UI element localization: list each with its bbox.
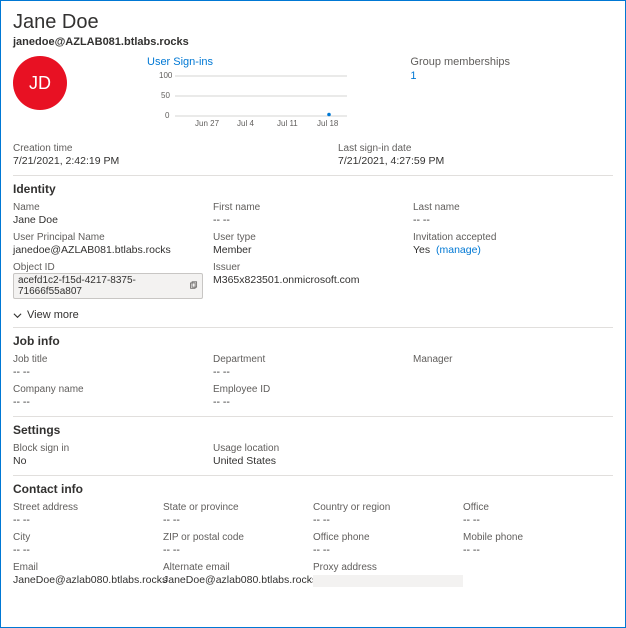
svg-text:Jul 4: Jul 4 — [237, 119, 254, 128]
objectid-box[interactable]: acefd1c2-f15d-4217-8375-71666f55a807 — [13, 273, 203, 299]
office-label: Office — [463, 502, 603, 513]
usage-location-value: United States — [213, 455, 403, 467]
upn-label: User Principal Name — [13, 232, 203, 243]
officephone-label: Office phone — [313, 532, 453, 543]
usage-location-label: Usage location — [213, 443, 403, 454]
svg-text:Jul 18: Jul 18 — [317, 119, 339, 128]
lastname-label: Last name — [413, 202, 603, 213]
company-label: Company name — [13, 384, 203, 395]
svg-text:Jun 27: Jun 27 — [195, 119, 220, 128]
view-more-toggle[interactable]: View more — [13, 309, 79, 321]
svg-text:Jul 11: Jul 11 — [277, 119, 298, 128]
creation-time-label: Creation time — [13, 143, 288, 154]
mobile-label: Mobile phone — [463, 532, 603, 543]
zip-value: -- -- — [163, 544, 303, 556]
svg-text:100: 100 — [159, 71, 173, 80]
invitation-manage-link[interactable]: (manage) — [436, 244, 481, 256]
proxy-label: Proxy address — [313, 562, 453, 573]
state-value: -- -- — [163, 514, 303, 526]
name-label: Name — [13, 202, 203, 213]
name-value: Jane Doe — [13, 214, 203, 226]
altemail-value: JaneDoe@azlab080.btlabs.rocks — [163, 574, 303, 586]
objectid-label: Object ID — [13, 262, 203, 273]
group-memberships-label: Group memberships — [410, 56, 613, 68]
jobtitle-label: Job title — [13, 354, 203, 365]
signins-chart: 100 50 0 Jun 27 Jul 4 Jul 11 Jul 18 — [147, 70, 367, 130]
last-signin-value: 7/21/2021, 4:27:59 PM — [338, 155, 613, 167]
upn-value: janedoe@AZLAB081.btlabs.rocks — [13, 244, 203, 256]
state-label: State or province — [163, 502, 303, 513]
city-label: City — [13, 532, 153, 543]
mobile-value: -- -- — [463, 544, 603, 556]
copy-icon[interactable] — [189, 281, 198, 291]
zip-label: ZIP or postal code — [163, 532, 303, 543]
invitation-value: Yes — [413, 244, 430, 256]
jobinfo-section-title: Job info — [13, 334, 613, 348]
jobtitle-value: -- -- — [13, 366, 203, 378]
last-signin-label: Last sign-in date — [338, 143, 613, 154]
officephone-value: -- -- — [313, 544, 453, 556]
block-signin-value: No — [13, 455, 203, 467]
email-value: JaneDoe@azlab080.btlabs.rocks — [13, 574, 153, 586]
identity-section-title: Identity — [13, 182, 613, 196]
manager-label: Manager — [413, 354, 603, 365]
street-label: Street address — [13, 502, 153, 513]
invitation-label: Invitation accepted — [413, 232, 603, 243]
country-value: -- -- — [313, 514, 453, 526]
proxy-address-field[interactable] — [313, 575, 463, 587]
issuer-label: Issuer — [213, 262, 403, 273]
group-memberships-value[interactable]: 1 — [410, 70, 613, 82]
settings-section-title: Settings — [13, 423, 613, 437]
page-subtitle-email: janedoe@AZLAB081.btlabs.rocks — [13, 36, 613, 48]
avatar: JD — [13, 56, 67, 110]
company-value: -- -- — [13, 396, 203, 408]
firstname-label: First name — [213, 202, 403, 213]
block-signin-label: Block sign in — [13, 443, 203, 454]
issuer-value[interactable]: M365x823501.onmicrosoft.com — [213, 274, 403, 286]
signins-chart-title[interactable]: User Sign-ins — [147, 56, 410, 68]
svg-text:0: 0 — [165, 111, 170, 120]
city-value: -- -- — [13, 544, 153, 556]
objectid-value: acefd1c2-f15d-4217-8375-71666f55a807 — [18, 275, 185, 297]
employeeid-label: Employee ID — [213, 384, 403, 395]
altemail-label: Alternate email — [163, 562, 303, 573]
svg-text:50: 50 — [161, 91, 170, 100]
department-label: Department — [213, 354, 403, 365]
usertype-label: User type — [213, 232, 403, 243]
contact-section-title: Contact info — [13, 482, 613, 496]
employeeid-value: -- -- — [213, 396, 403, 408]
country-label: Country or region — [313, 502, 453, 513]
firstname-value: -- -- — [213, 214, 403, 226]
department-value: -- -- — [213, 366, 403, 378]
chevron-down-icon — [13, 311, 22, 320]
creation-time-value: 7/21/2021, 2:42:19 PM — [13, 155, 288, 167]
page-title: Jane Doe — [13, 11, 613, 34]
office-value: -- -- — [463, 514, 603, 526]
lastname-value: -- -- — [413, 214, 603, 226]
usertype-value: Member — [213, 244, 403, 256]
email-label: Email — [13, 562, 153, 573]
street-value: -- -- — [13, 514, 153, 526]
